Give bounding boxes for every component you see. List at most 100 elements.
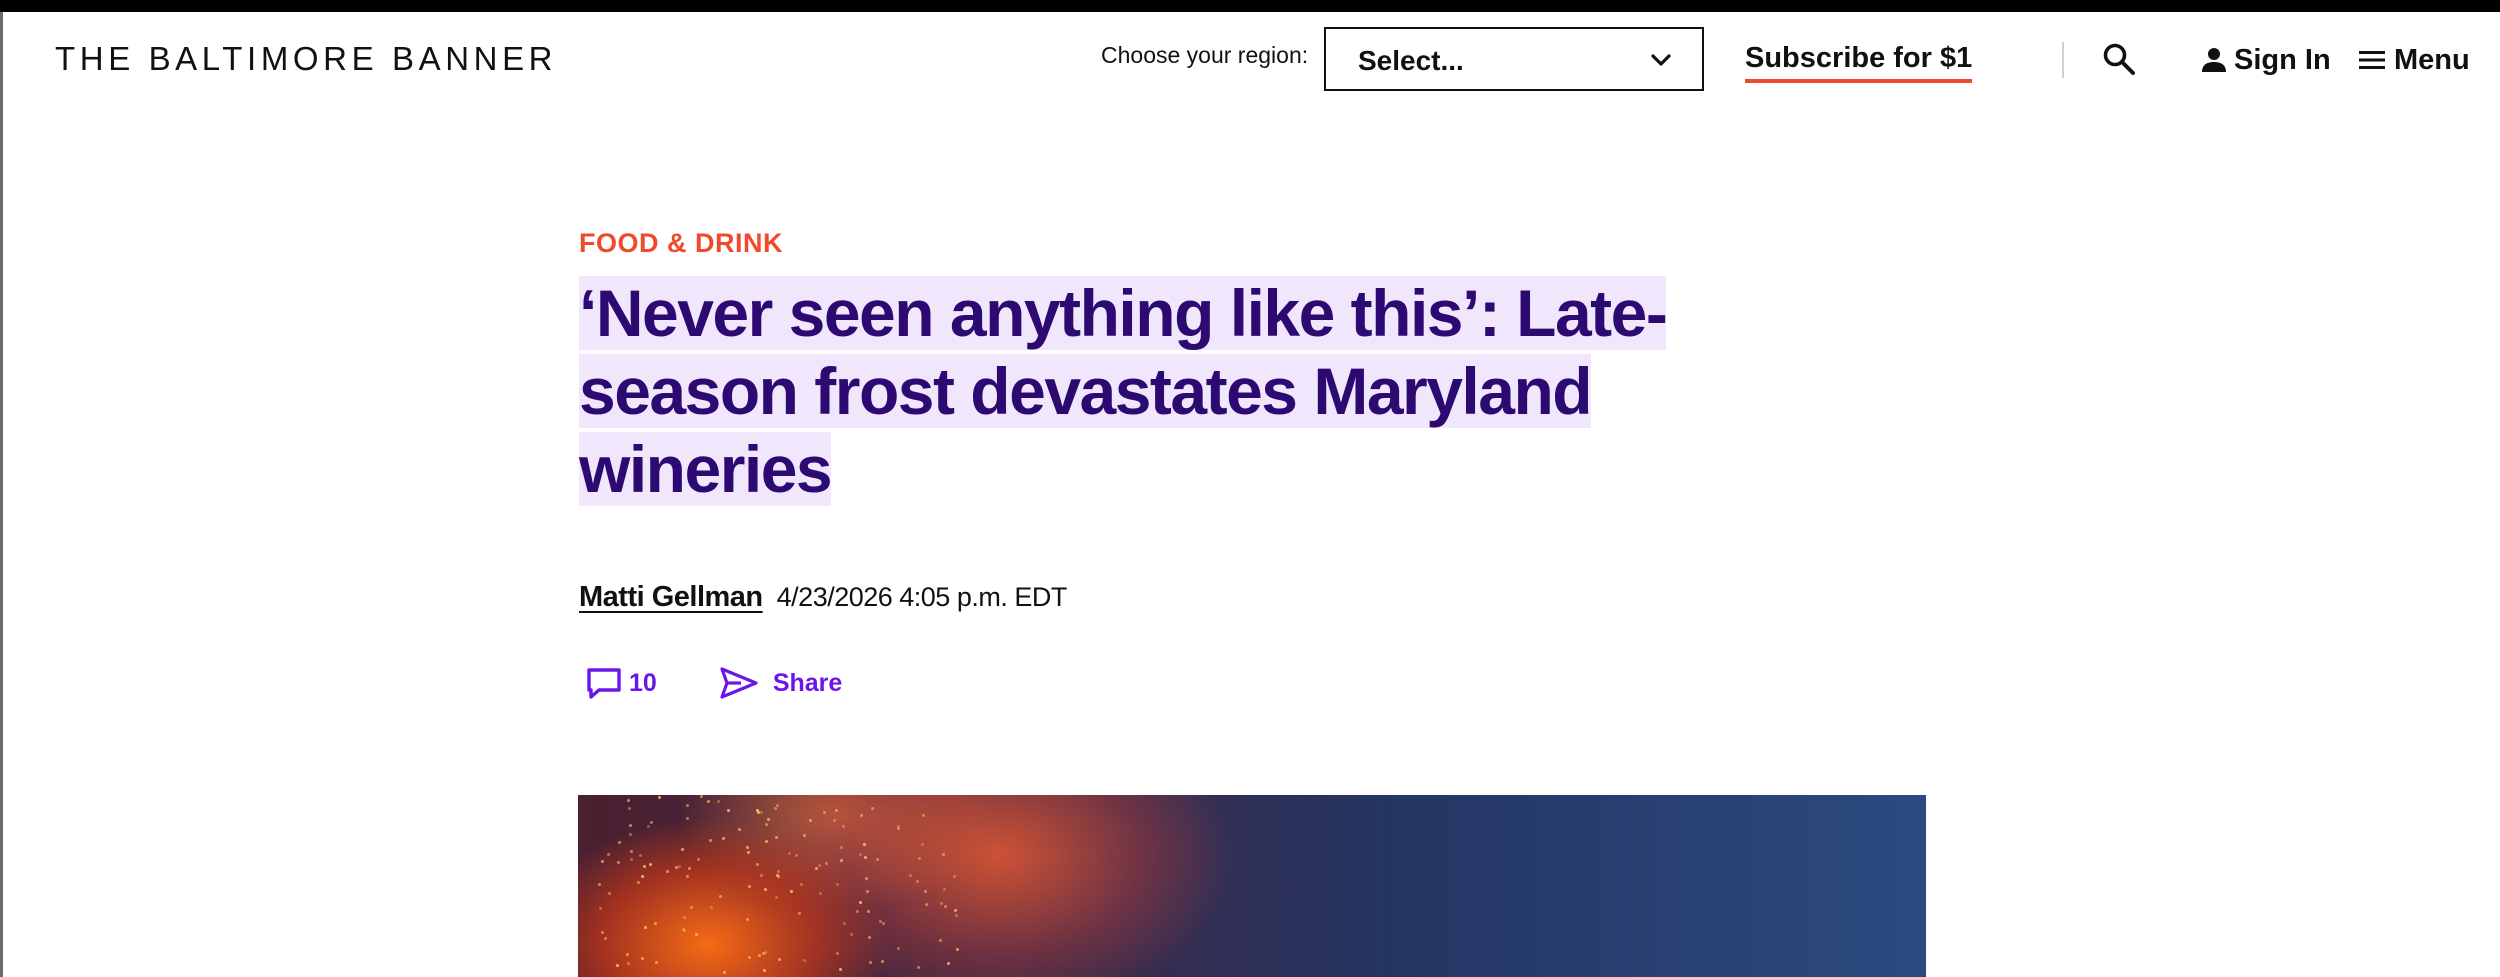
headline: ‘Never seen anything like this’: Late-se… — [579, 274, 1819, 508]
ember-spark — [608, 891, 612, 895]
ember-spark — [616, 964, 620, 968]
ember-spark — [599, 906, 603, 910]
ember-spark — [760, 874, 764, 878]
window-left-edge — [0, 12, 3, 977]
ember-spark — [655, 960, 659, 964]
ember-spark — [869, 961, 873, 965]
window-top-bar — [0, 0, 2500, 12]
ember-spark — [600, 859, 604, 863]
ember-spark — [618, 841, 622, 845]
ember-spark — [787, 851, 791, 855]
ember-spark — [738, 828, 742, 832]
comments-button[interactable]: 10 — [585, 665, 657, 701]
headline-text: ‘Never seen anything like this’: Late-se… — [579, 276, 1668, 506]
site-header: THE BALTIMORE BANNER Choose your region:… — [0, 12, 2500, 108]
ember-spark — [863, 843, 867, 846]
header-divider — [2062, 42, 2064, 78]
ember-spark — [916, 879, 920, 883]
ember-spark — [863, 855, 867, 859]
site-logo[interactable]: THE BALTIMORE BANNER — [55, 40, 557, 78]
ember-spark — [789, 890, 793, 894]
ember-spark — [746, 917, 750, 921]
region-select-value: Select... — [1358, 45, 1464, 76]
ember-spark — [833, 819, 837, 823]
ember-spark — [843, 922, 847, 926]
ember-spark — [722, 836, 726, 840]
ember-spark — [629, 832, 632, 836]
region-select[interactable]: Select... — [1324, 27, 1704, 91]
ember-spark — [850, 932, 854, 936]
ember-spark — [764, 823, 768, 827]
ember-spark — [943, 887, 947, 891]
ember-spark — [954, 913, 958, 917]
ember-spark — [678, 865, 682, 869]
ember-spark — [909, 874, 912, 878]
ember-spark — [956, 947, 960, 951]
ember-spark — [649, 821, 653, 825]
ember-spark — [776, 874, 780, 878]
ember-spark — [763, 887, 767, 891]
share-button[interactable]: Share — [719, 666, 842, 700]
ember-spark — [924, 902, 928, 906]
ember-spark — [864, 877, 868, 881]
ember-spark — [868, 935, 872, 939]
ember-spark — [722, 970, 726, 974]
ember-spark — [938, 939, 942, 943]
ember-spark — [867, 910, 871, 914]
menu-button[interactable]: Menu — [2358, 40, 2470, 80]
ember-spark — [688, 867, 692, 871]
ember-spark — [598, 882, 602, 886]
ember-spark — [941, 853, 945, 857]
ember-spark — [822, 810, 826, 814]
ember-spark — [760, 811, 764, 815]
ember-spark — [658, 795, 662, 799]
ember-spark — [707, 800, 711, 804]
ember-spark — [626, 961, 630, 965]
ember-spark — [858, 852, 862, 856]
ember-spark — [815, 867, 819, 871]
ember-spark — [917, 857, 921, 860]
publish-timestamp: 4/23/2026 4:05 p.m. EDT — [776, 582, 1068, 612]
ember-spark — [653, 922, 657, 926]
hamburger-icon — [2359, 51, 2385, 69]
ember-spark — [917, 965, 921, 969]
ember-spark — [717, 799, 720, 803]
ember-spark — [627, 807, 631, 811]
sign-in-label: Sign In — [2234, 43, 2331, 76]
author-link[interactable]: Matti Gellman — [579, 581, 763, 614]
ember-spark — [638, 854, 642, 858]
comment-count: 10 — [629, 668, 657, 697]
ember-spark — [835, 951, 839, 955]
ember-spark — [794, 854, 798, 858]
ember-spark — [824, 861, 828, 865]
sign-in-button[interactable]: Sign In — [2200, 40, 2331, 80]
ember-spark — [856, 910, 860, 914]
ember-spark — [777, 958, 781, 962]
ember-spark — [756, 862, 760, 866]
section-label[interactable]: FOOD & DRINK — [579, 228, 783, 259]
ember-spark — [865, 889, 869, 893]
search-icon[interactable] — [2102, 42, 2136, 76]
ember-spark — [878, 919, 882, 923]
ember-spark — [641, 874, 645, 878]
ember-spark — [802, 833, 806, 837]
ember-spark — [839, 967, 843, 971]
ember-spark — [680, 848, 684, 852]
ember-spark — [629, 849, 633, 853]
person-icon — [2202, 48, 2226, 72]
ember-spark — [709, 838, 713, 842]
comment-icon — [587, 668, 621, 699]
ember-spark — [682, 915, 686, 919]
ember-spark — [666, 870, 670, 874]
ember-spark — [763, 969, 767, 973]
ember-spark — [896, 827, 900, 831]
ember-spark — [718, 895, 722, 899]
ember-spark — [858, 900, 862, 904]
region-label: Choose your region: — [1101, 42, 1309, 68]
ember-spark — [647, 824, 651, 828]
ember-spark — [763, 950, 767, 954]
ember-spark — [641, 956, 645, 960]
ember-spark — [757, 953, 761, 957]
subscribe-link[interactable]: Subscribe for $1 — [1745, 42, 1973, 83]
chevron-down-icon — [1651, 54, 1671, 66]
